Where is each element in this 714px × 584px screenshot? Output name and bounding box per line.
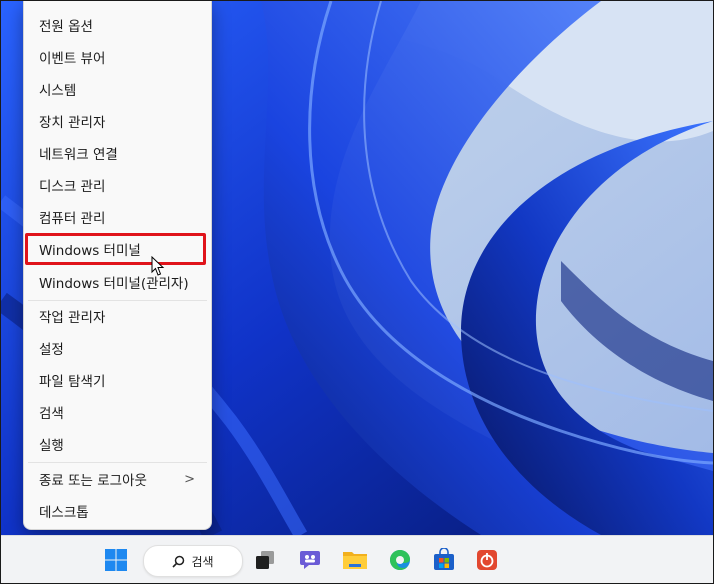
menu-item-label: 종료 또는 로그아웃 bbox=[39, 473, 147, 489]
menu-item-label: 설정 bbox=[39, 342, 64, 358]
start-icon bbox=[105, 549, 127, 571]
menu-item-file-explorer[interactable]: 파일 탐색기 bbox=[28, 366, 207, 394]
start-button[interactable] bbox=[101, 545, 131, 575]
taskbar: 검색 bbox=[1, 535, 713, 583]
menu-item-task-manager[interactable]: 작업 관리자 bbox=[28, 302, 207, 330]
chat-icon bbox=[300, 551, 320, 569]
menu-item-label: 실행 bbox=[39, 438, 64, 454]
menu-item-network-connections[interactable]: 네트워크 연결 bbox=[28, 139, 207, 167]
taskbar-search-box[interactable]: 검색 bbox=[143, 545, 243, 577]
menu-item-label: 시스템 bbox=[39, 83, 77, 99]
office-button[interactable] bbox=[472, 545, 502, 575]
menu-item-label: 이벤트 뷰어 bbox=[39, 51, 106, 67]
menu-item-desktop[interactable]: 데스크톱 bbox=[28, 497, 207, 525]
file-explorer-button[interactable] bbox=[340, 545, 370, 575]
menu-item-event-viewer[interactable]: 이벤트 뷰어 bbox=[28, 43, 207, 71]
task-view-icon bbox=[256, 551, 274, 569]
search-icon bbox=[172, 555, 185, 568]
menu-separator bbox=[28, 300, 207, 301]
search-label: 검색 bbox=[191, 554, 214, 569]
edge-button[interactable] bbox=[385, 545, 415, 575]
menu-item-label: 네트워크 연결 bbox=[39, 147, 118, 163]
store-button[interactable] bbox=[429, 545, 459, 575]
winx-context-menu: 전원 옵션 이벤트 뷰어 시스템 장치 관리자 네트워크 연결 디스크 관리 컴… bbox=[23, 1, 212, 530]
menu-item-device-manager[interactable]: 장치 관리자 bbox=[28, 107, 207, 135]
menu-item-label: 디스크 관리 bbox=[39, 179, 106, 195]
menu-item-settings[interactable]: 설정 bbox=[28, 334, 207, 362]
office-icon bbox=[477, 550, 497, 570]
menu-item-run[interactable]: 실행 bbox=[28, 430, 207, 458]
menu-item-shutdown-signout[interactable]: 종료 또는 로그아웃 > bbox=[28, 465, 207, 493]
chevron-right-icon: > bbox=[184, 472, 195, 487]
menu-item-system[interactable]: 시스템 bbox=[28, 75, 207, 103]
menu-item-search[interactable]: 검색 bbox=[28, 398, 207, 426]
menu-item-label: 컴퓨터 관리 bbox=[39, 211, 106, 227]
screen: 전원 옵션 이벤트 뷰어 시스템 장치 관리자 네트워크 연결 디스크 관리 컴… bbox=[0, 0, 714, 584]
mouse-cursor-icon bbox=[151, 256, 165, 276]
menu-item-power-options[interactable]: 전원 옵션 bbox=[28, 11, 207, 39]
menu-item-label: 파일 탐색기 bbox=[39, 374, 106, 390]
task-view-button[interactable] bbox=[250, 545, 280, 575]
edge-icon bbox=[390, 550, 410, 570]
menu-item-label: 데스크톱 bbox=[39, 505, 89, 521]
menu-item-windows-terminal[interactable]: Windows 터미널 bbox=[28, 235, 207, 263]
menu-item-label: 장치 관리자 bbox=[39, 115, 106, 131]
menu-item-label: Windows 터미널 bbox=[39, 243, 141, 259]
file-explorer-icon bbox=[343, 552, 367, 569]
menu-item-label: 작업 관리자 bbox=[39, 310, 106, 326]
menu-item-label: Windows 터미널(관리자) bbox=[39, 276, 189, 292]
menu-item-windows-terminal-admin[interactable]: Windows 터미널(관리자) bbox=[28, 268, 207, 296]
menu-item-label: 전원 옵션 bbox=[39, 19, 93, 35]
menu-item-disk-management[interactable]: 디스크 관리 bbox=[28, 171, 207, 199]
menu-item-label: 검색 bbox=[39, 406, 64, 422]
store-icon bbox=[434, 548, 454, 570]
chat-button[interactable] bbox=[295, 545, 325, 575]
menu-separator bbox=[28, 462, 207, 463]
menu-item-computer-management[interactable]: 컴퓨터 관리 bbox=[28, 203, 207, 231]
